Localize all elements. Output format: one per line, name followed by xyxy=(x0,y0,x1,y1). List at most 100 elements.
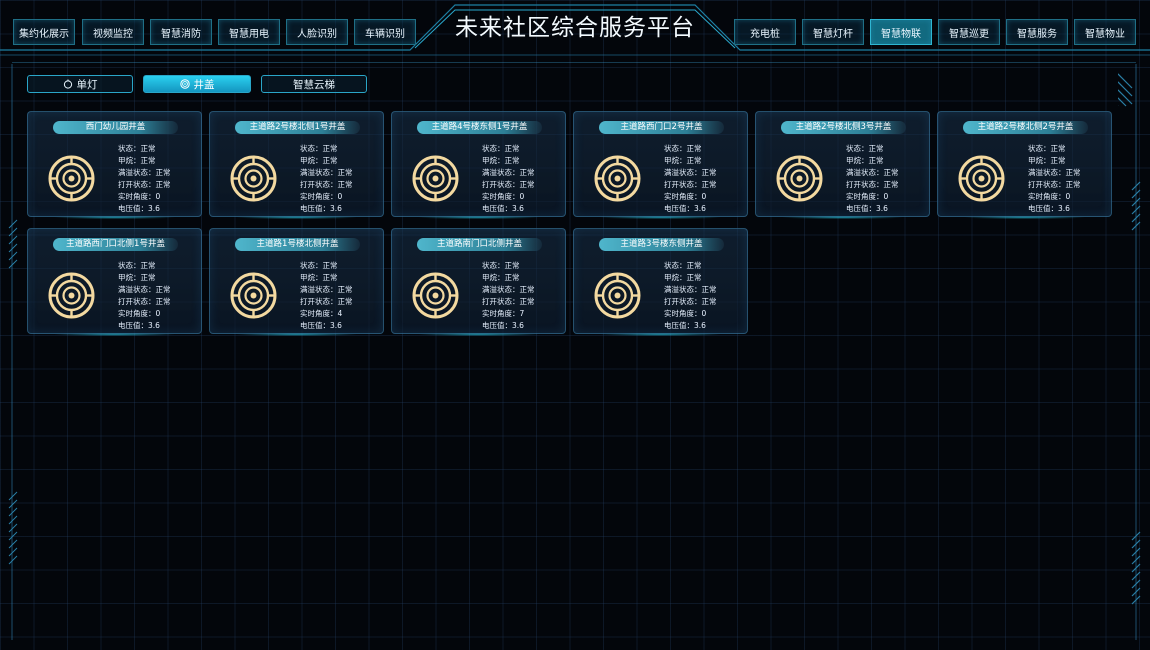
manhole-cover-icon xyxy=(958,155,1005,202)
info-value: 3.6 xyxy=(512,204,524,213)
info-value: 正常 xyxy=(686,261,702,270)
info-value: 正常 xyxy=(686,144,702,153)
info-label: 甲烷： xyxy=(118,273,141,282)
info-row-angle: 实时角度：0 xyxy=(846,191,899,203)
info-row-voltage: 电压值：3.6 xyxy=(846,203,899,215)
info-value: 正常 xyxy=(140,156,156,165)
manhole-card[interactable]: 主道路3号楼东侧井盖 状态：正常 甲烷：正常 满溢状态：正常 打开状态：正常 实时角度：… xyxy=(573,228,748,336)
subtab-label: 智慧云梯 xyxy=(293,78,335,91)
manhole-card[interactable]: 主道路4号楼东侧1号井盖 状态：正常 甲烷：正常 满溢状态：正常 打开状态：正常 实时角… xyxy=(391,111,566,219)
bulb-icon xyxy=(63,79,72,89)
nav-tab-7[interactable]: 智慧灯杆 xyxy=(802,19,864,45)
subtab-label: 井盖 xyxy=(193,78,215,91)
info-row-battery: 甲烷：正常 xyxy=(300,272,353,284)
info-value: 3.6 xyxy=(876,204,888,213)
card-title: 主道路2号楼北侧3号井盖 xyxy=(781,121,906,134)
manhole-card[interactable]: 西门幼儿园井盖 状态：正常 甲烷：正常 满溢状态：正常 打开状态：正常 实时角度：0 电压… xyxy=(27,111,202,219)
info-label: 状态： xyxy=(118,261,141,270)
info-label: 打开状态： xyxy=(1028,180,1066,189)
nav-tab-5[interactable]: 车辆识别 xyxy=(354,19,416,45)
nav-tab-8[interactable]: 智慧物联 xyxy=(870,19,932,45)
info-label: 电压值： xyxy=(118,321,148,330)
nav-tab-4[interactable]: 人脸识别 xyxy=(286,19,348,45)
info-value: 正常 xyxy=(686,273,702,282)
info-value: 3.6 xyxy=(1058,204,1070,213)
manhole-card[interactable]: 主道路2号楼北侧2号井盖 状态：正常 甲烷：正常 满溢状态：正常 打开状态：正常 实时角… xyxy=(937,111,1112,219)
card-info: 状态：正常 甲烷：正常 满溢状态：正常 打开状态：正常 实时角度：0 电压值：3.6 xyxy=(300,143,353,215)
info-label: 电压值： xyxy=(664,204,694,213)
manhole-card[interactable]: 主道路西门口2号井盖 状态：正常 甲烷：正常 满溢状态：正常 打开状态：正常 实时角度：… xyxy=(573,111,748,219)
info-value: 正常 xyxy=(140,144,156,153)
subtab-manhole[interactable]: 井盖 xyxy=(143,75,251,93)
card-title: 主道路2号楼北侧2号井盖 xyxy=(963,121,1088,134)
info-row-overflow: 满溢状态：正常 xyxy=(300,284,353,296)
info-label: 满溢状态： xyxy=(1028,168,1066,177)
info-value: 4 xyxy=(337,309,343,318)
card-info: 状态：正常 甲烷：正常 满溢状态：正常 打开状态：正常 实时角度：0 电压值：3.6 xyxy=(482,143,535,215)
manhole-card[interactable]: 主道路南门口北侧井盖 状态：正常 甲烷：正常 满溢状态：正常 打开状态：正常 实时角度：… xyxy=(391,228,566,336)
info-value: 正常 xyxy=(701,168,717,177)
info-value: 正常 xyxy=(337,285,353,294)
manhole-icon xyxy=(179,79,190,89)
manhole-card[interactable]: 主道路1号楼北侧井盖 状态：正常 甲烷：正常 满溢状态：正常 打开状态：正常 实时角度：… xyxy=(209,228,384,336)
info-label: 满溢状态： xyxy=(482,168,520,177)
info-label: 状态： xyxy=(664,144,687,153)
info-row-battery: 甲烷：正常 xyxy=(118,272,171,284)
info-value: 正常 xyxy=(322,156,338,165)
info-value: 正常 xyxy=(140,273,156,282)
info-row-status: 状态：正常 xyxy=(482,143,535,155)
manhole-cover-icon xyxy=(776,155,823,202)
nav-tab-6[interactable]: 充电桩 xyxy=(734,19,796,45)
info-label: 实时角度： xyxy=(482,192,520,201)
info-value: 正常 xyxy=(322,261,338,270)
info-row-angle: 实时角度：7 xyxy=(482,308,535,320)
info-row-status: 状态：正常 xyxy=(846,143,899,155)
info-row-open: 打开状态：正常 xyxy=(1028,179,1081,191)
info-value: 0 xyxy=(155,309,161,318)
manhole-cover-icon xyxy=(594,272,641,319)
manhole-card[interactable]: 主道路西门口北侧1号井盖 状态：正常 甲烷：正常 满溢状态：正常 打开状态：正常 实时角… xyxy=(27,228,202,336)
info-label: 打开状态： xyxy=(482,180,520,189)
manhole-cover-icon xyxy=(48,155,95,202)
nav-tab-1[interactable]: 视频监控 xyxy=(82,19,144,45)
info-label: 甲烷： xyxy=(300,273,323,282)
info-value: 7 xyxy=(519,309,525,318)
info-row-voltage: 电压值：3.6 xyxy=(118,320,171,332)
info-value: 正常 xyxy=(1050,144,1066,153)
info-value: 正常 xyxy=(337,168,353,177)
info-row-angle: 实时角度：4 xyxy=(300,308,353,320)
card-info: 状态：正常 甲烷：正常 满溢状态：正常 打开状态：正常 实时角度：7 电压值：3.6 xyxy=(482,260,535,332)
manhole-card[interactable]: 主道路2号楼北侧3号井盖 状态：正常 甲烷：正常 满溢状态：正常 打开状态：正常 实时角… xyxy=(755,111,930,219)
manhole-cover-icon xyxy=(412,155,459,202)
info-label: 实时角度： xyxy=(300,309,338,318)
subtab-smart-elevator[interactable]: 智慧云梯 xyxy=(261,75,367,93)
nav-tab-9[interactable]: 智慧巡更 xyxy=(938,19,1000,45)
nav-tab-11[interactable]: 智慧物业 xyxy=(1074,19,1136,45)
info-label: 甲烷： xyxy=(482,156,505,165)
nav-tab-2[interactable]: 智慧消防 xyxy=(150,19,212,45)
info-value: 正常 xyxy=(868,144,884,153)
nav-tab-0[interactable]: 集约化展示 xyxy=(13,19,75,45)
info-value: 正常 xyxy=(504,261,520,270)
info-label: 状态： xyxy=(846,144,869,153)
info-label: 甲烷： xyxy=(664,156,687,165)
info-label: 实时角度： xyxy=(846,192,884,201)
info-label: 电压值： xyxy=(846,204,876,213)
page-title: 未来社区综合服务平台 xyxy=(455,15,695,41)
info-row-open: 打开状态：正常 xyxy=(118,296,171,308)
info-label: 状态： xyxy=(300,144,323,153)
nav-tab-10[interactable]: 智慧服务 xyxy=(1006,19,1068,45)
manhole-cover-icon xyxy=(48,272,95,319)
card-title: 主道路南门口北侧井盖 xyxy=(417,238,542,251)
info-label: 打开状态： xyxy=(664,297,702,306)
nav-tab-3[interactable]: 智慧用电 xyxy=(218,19,280,45)
info-value: 正常 xyxy=(1065,168,1081,177)
info-row-status: 状态：正常 xyxy=(118,143,171,155)
manhole-card[interactable]: 主道路2号楼北侧1号井盖 状态：正常 甲烷：正常 满溢状态：正常 打开状态：正常 实时角… xyxy=(209,111,384,219)
info-label: 状态： xyxy=(482,261,505,270)
info-value: 3.6 xyxy=(330,321,342,330)
info-value: 3.6 xyxy=(512,321,524,330)
info-row-battery: 甲烷：正常 xyxy=(300,155,353,167)
subtab-single-light[interactable]: 单灯 xyxy=(27,75,133,93)
info-row-open: 打开状态：正常 xyxy=(664,296,717,308)
